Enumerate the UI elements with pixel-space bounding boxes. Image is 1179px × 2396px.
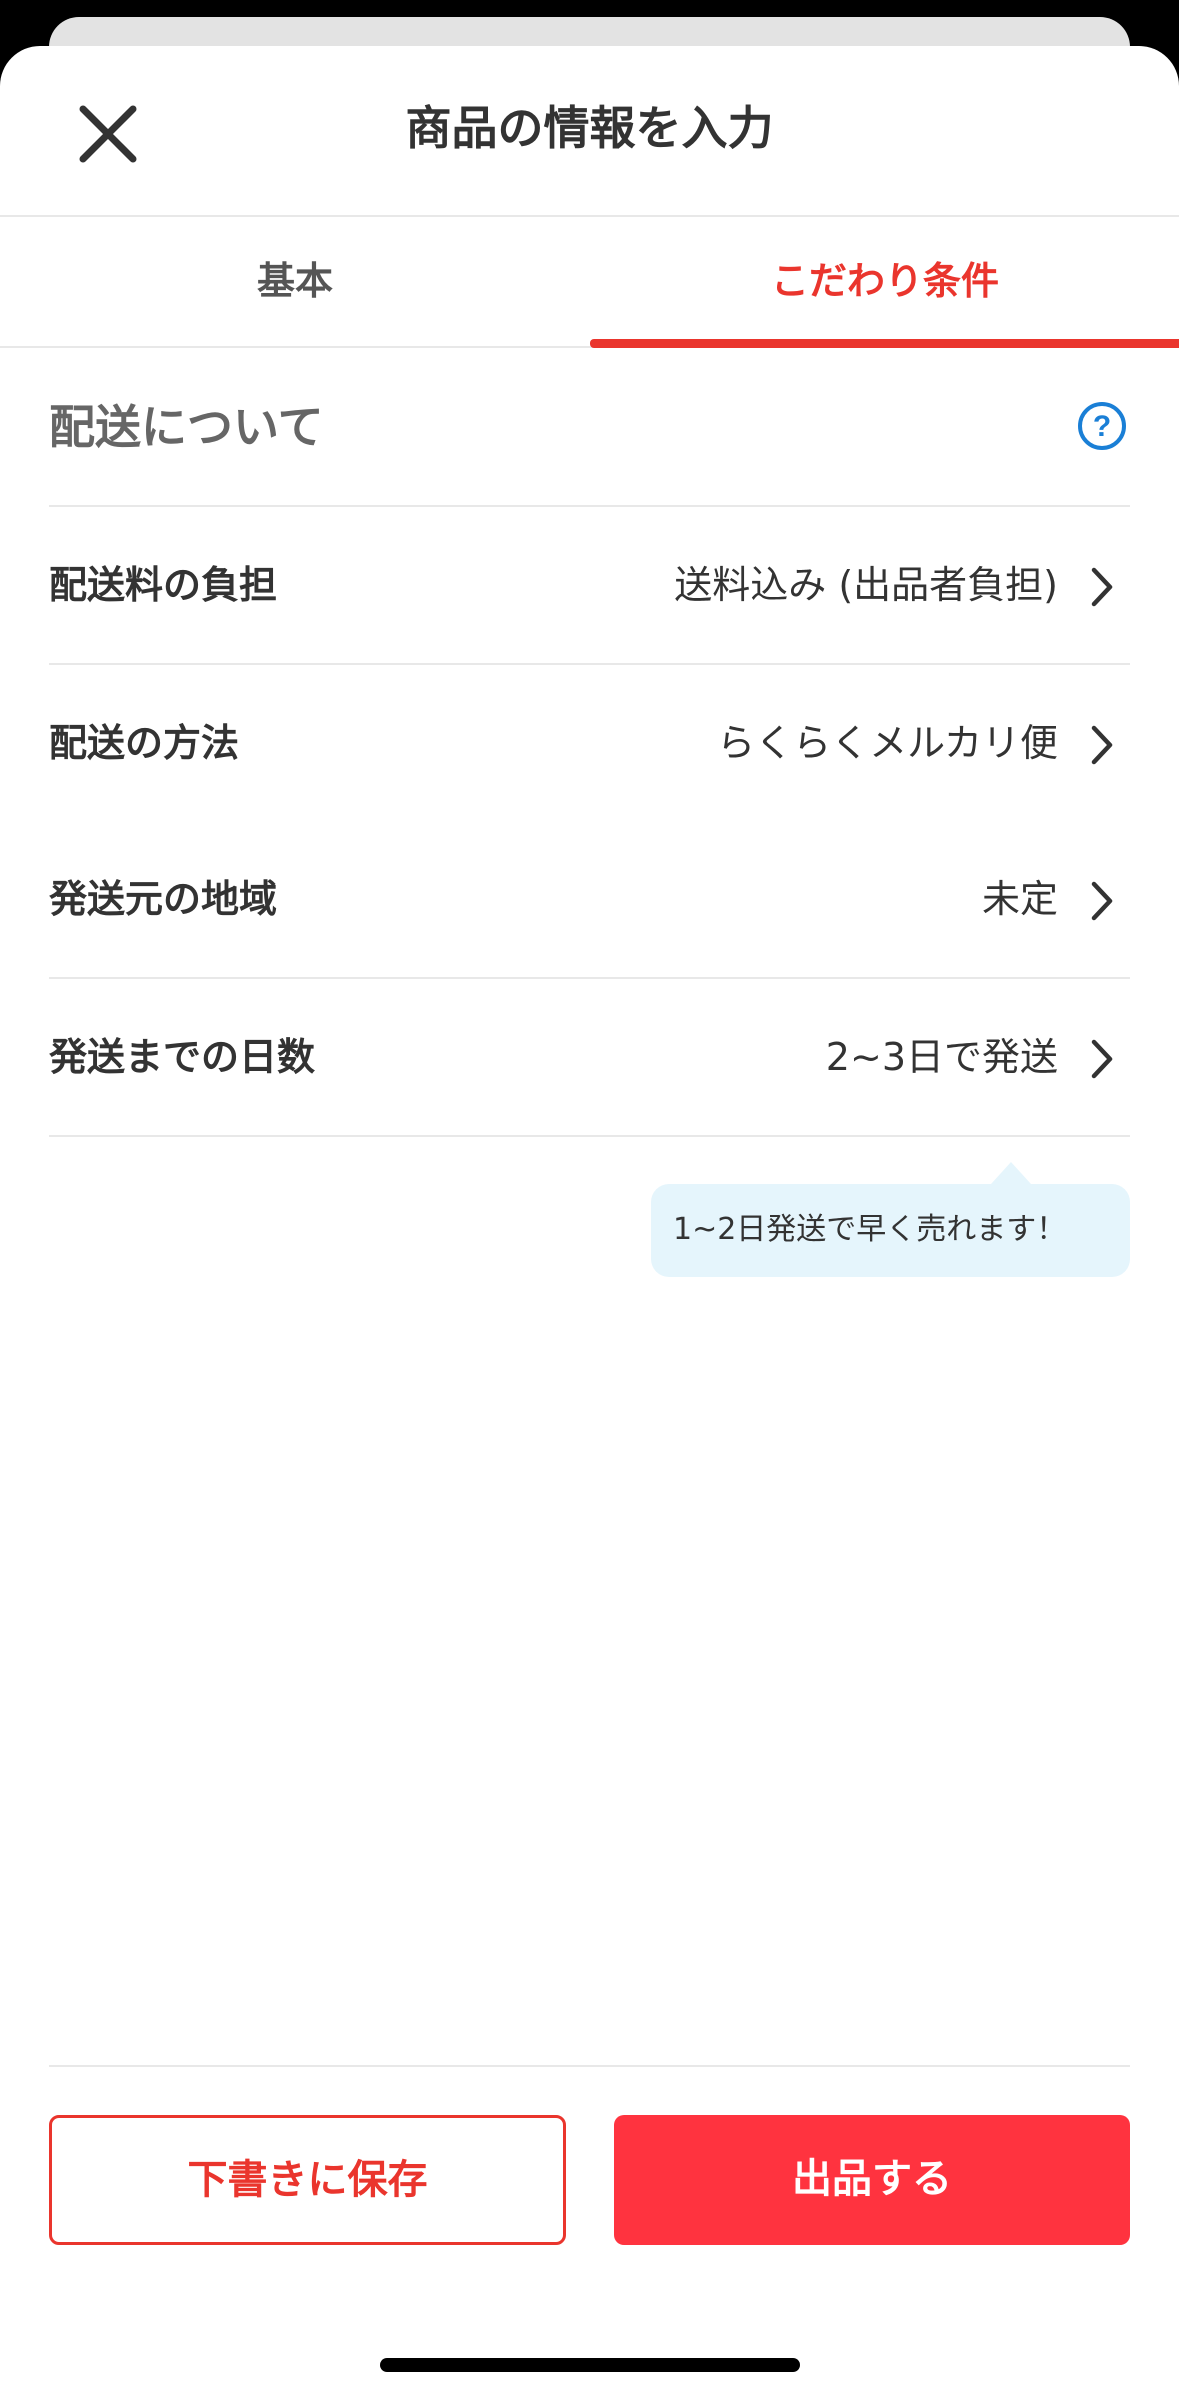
row-label: 配送料の負担 bbox=[49, 563, 278, 607]
row-value: 送料込み (出品者負担) bbox=[674, 563, 1058, 607]
row-ship-from-region[interactable]: 発送元の地域 未定 bbox=[49, 821, 1130, 979]
question-circle-icon: ? bbox=[1078, 402, 1126, 450]
page-title: 商品の情報を入力 bbox=[405, 101, 774, 155]
modal-sheet: 商品の情報を入力 基本 こだわり条件 配送について ? 配送料の負担 送料込み … bbox=[0, 46, 1179, 2396]
footer-divider bbox=[49, 2065, 1130, 2067]
home-indicator bbox=[380, 2358, 800, 2372]
chevron-right-icon bbox=[1088, 879, 1116, 923]
header: 商品の情報を入力 bbox=[0, 46, 1179, 217]
row-label: 発送までの日数 bbox=[49, 1035, 316, 1079]
help-button[interactable]: ? bbox=[1077, 401, 1127, 451]
tab-details-label: こだわり条件 bbox=[770, 259, 999, 303]
tooltip-text: 1~2日発送で早く売れます！ bbox=[673, 1212, 1067, 1247]
row-shipping-fee[interactable]: 配送料の負担 送料込み (出品者負担) bbox=[49, 507, 1130, 665]
row-label: 発送元の地域 bbox=[49, 877, 278, 921]
section-title: 配送について bbox=[49, 400, 324, 454]
tab-basic[interactable]: 基本 bbox=[0, 217, 590, 346]
row-days-to-ship[interactable]: 発送までの日数 2~3日で発送 bbox=[49, 979, 1130, 1137]
chevron-right-icon bbox=[1088, 723, 1116, 767]
chevron-right-icon bbox=[1088, 1037, 1116, 1081]
chevron-right-icon bbox=[1088, 565, 1116, 609]
row-value: 未定 bbox=[981, 877, 1058, 921]
shipping-tip-tooltip: 1~2日発送で早く売れます！ bbox=[651, 1162, 1130, 1277]
tooltip-arrow bbox=[991, 1162, 1031, 1184]
shipping-section-header: 配送について ? bbox=[49, 348, 1130, 507]
row-value: らくらくメルカリ便 bbox=[717, 721, 1058, 765]
row-value: 2~3日で発送 bbox=[825, 1035, 1058, 1079]
row-shipping-method[interactable]: 配送の方法 らくらくメルカリ便 bbox=[49, 665, 1130, 821]
row-label: 配送の方法 bbox=[49, 721, 240, 765]
list-item-button[interactable]: 出品する bbox=[614, 2115, 1130, 2245]
tab-details[interactable]: こだわり条件 bbox=[590, 217, 1179, 348]
save-draft-button[interactable]: 下書きに保存 bbox=[49, 2115, 566, 2245]
active-tab-indicator bbox=[590, 339, 1179, 348]
tab-bar: 基本 こだわり条件 bbox=[0, 217, 1179, 348]
svg-text:?: ? bbox=[1093, 410, 1111, 443]
